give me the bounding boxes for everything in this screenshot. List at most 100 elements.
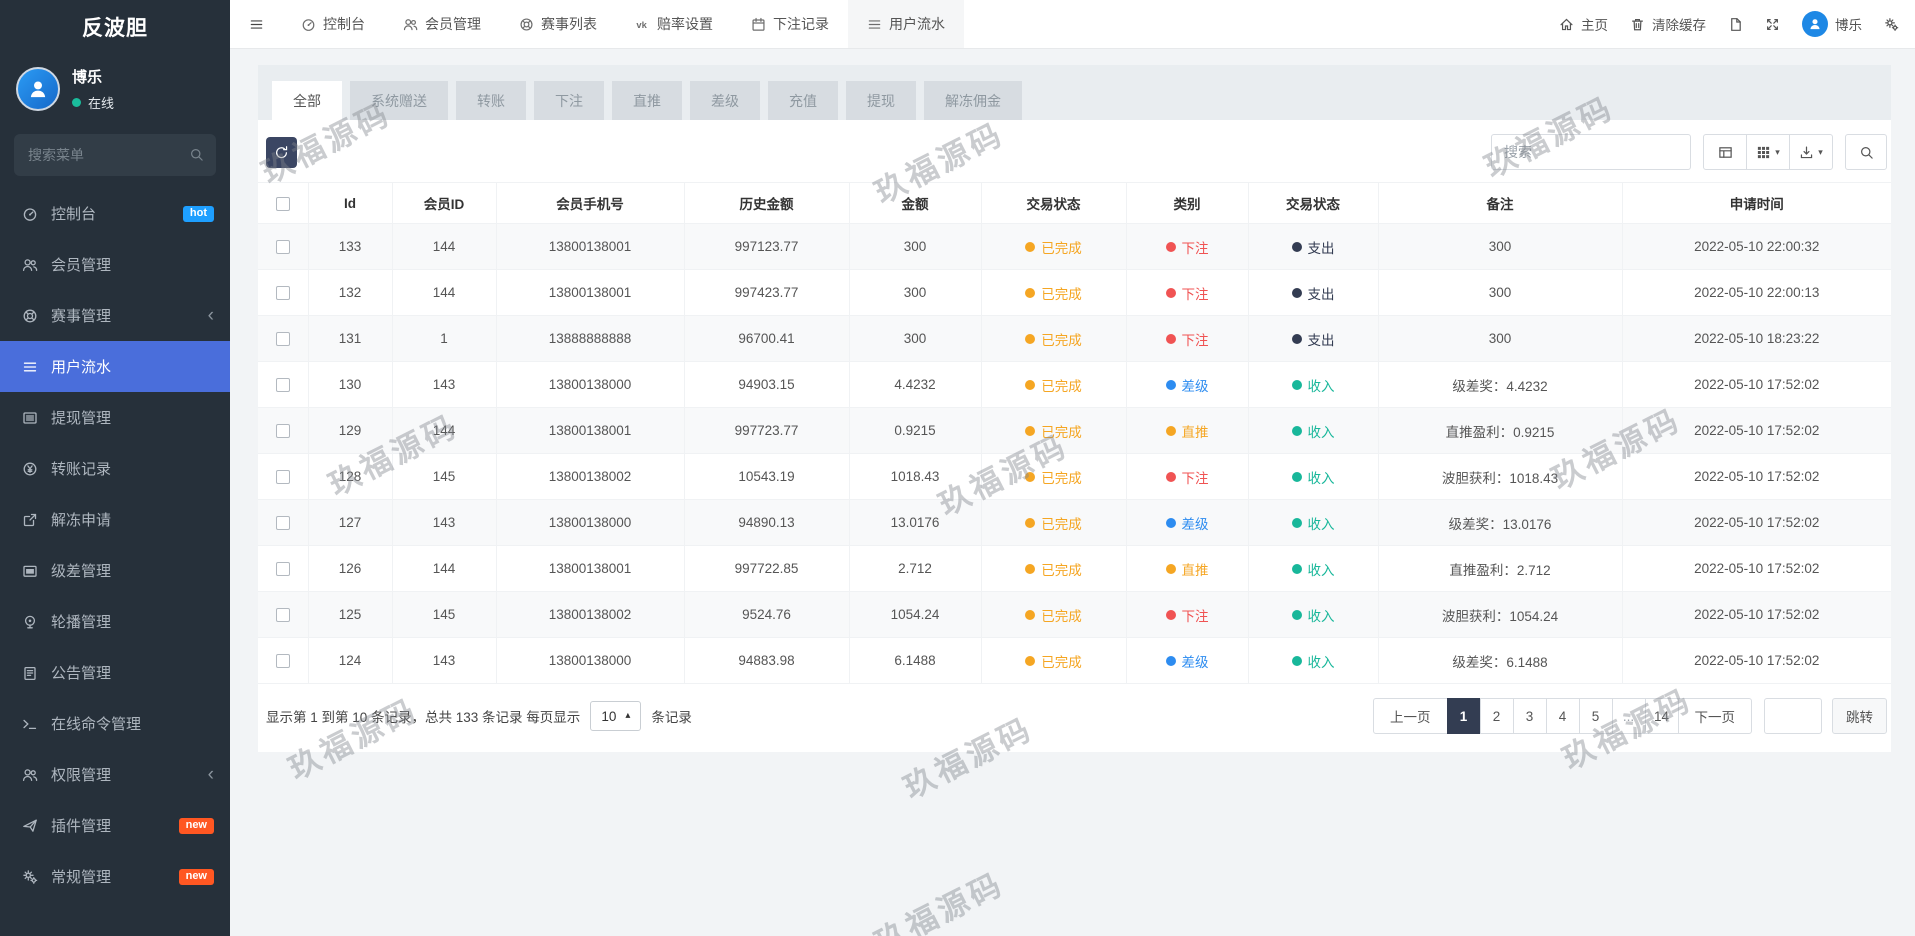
page-button-3[interactable]: 3	[1513, 698, 1547, 734]
new-badge: new	[179, 869, 214, 885]
caret-up-icon: ▴	[625, 711, 630, 721]
search-icon	[189, 147, 204, 162]
user-name: 博乐	[72, 66, 114, 87]
user-menu[interactable]: 博乐	[1802, 11, 1862, 37]
main-area: 控制台会员管理赛事列表vk赔率设置下注记录用户流水 主页 清除缓存 博乐	[230, 0, 1915, 936]
direction-badge: 收入	[1292, 651, 1335, 671]
search-button[interactable]	[1845, 134, 1887, 170]
page-button-4[interactable]: 4	[1546, 698, 1580, 734]
tab-4[interactable]: 直推	[612, 81, 682, 120]
jump-button[interactable]: 跳转	[1832, 698, 1887, 734]
column-header: 金额	[849, 183, 981, 224]
row-checkbox[interactable]	[276, 608, 290, 622]
next-page-button[interactable]: 下一页	[1678, 698, 1753, 734]
tab-6[interactable]: 充值	[768, 81, 838, 120]
tab-7[interactable]: 提现	[846, 81, 916, 120]
row-checkbox[interactable]	[276, 240, 290, 254]
table-row: 12914413800138001997723.770.9215已完成直推收入直…	[258, 408, 1891, 454]
sidebar-item-online-command[interactable]: 在线命令管理	[0, 698, 230, 749]
table-view-icon	[1718, 145, 1733, 160]
tab-5[interactable]: 差级	[690, 81, 760, 120]
sidebar-item-transfers[interactable]: 转账记录	[0, 443, 230, 494]
trade-status-badge: 已完成	[1025, 329, 1082, 349]
direction-badge: 支出	[1292, 237, 1335, 257]
sidebar-item-general[interactable]: 常规管理new	[0, 851, 230, 902]
columns-button[interactable]: ▾	[1746, 134, 1790, 170]
sidebar-item-withdrawals[interactable]: 提现管理	[0, 392, 230, 443]
search-icon	[1859, 145, 1874, 160]
topnav-user-flow[interactable]: 用户流水	[848, 0, 964, 48]
page-size-select[interactable]: 10 ▴	[590, 701, 641, 731]
sidebar-item-notices[interactable]: 公告管理	[0, 647, 230, 698]
row-checkbox[interactable]	[276, 424, 290, 438]
page-button-2[interactable]: 2	[1480, 698, 1514, 734]
tab-3[interactable]: 下注	[534, 81, 604, 120]
tab-1[interactable]: 系统赠送	[350, 81, 448, 120]
user-flow-table: Id会员ID会员手机号历史金额金额交易状态类别交易状态备注申请时间 133144…	[258, 182, 1891, 684]
sidebar-item-permissions[interactable]: 权限管理‹	[0, 749, 230, 800]
table-search-input[interactable]	[1491, 134, 1691, 170]
trade-status-badge: 已完成	[1025, 421, 1082, 441]
app-window: 反波胆 博乐 在线 控制台hot会员管理赛事管理‹用户流水提现管理转账记录解冻申…	[0, 0, 1915, 936]
tab-0[interactable]: 全部	[272, 81, 342, 120]
sidebar-item-members[interactable]: 会员管理	[0, 239, 230, 290]
row-checkbox[interactable]	[276, 286, 290, 300]
row-checkbox[interactable]	[276, 470, 290, 484]
row-checkbox[interactable]	[276, 378, 290, 392]
tab-8[interactable]: 解冻佣金	[924, 81, 1022, 120]
topnav-members[interactable]: 会员管理	[384, 0, 500, 48]
clear-cache-link[interactable]: 清除缓存	[1630, 14, 1706, 34]
pagination-view-button[interactable]	[1703, 134, 1747, 170]
tab-2[interactable]: 转账	[456, 81, 526, 120]
sidebar-menu: 控制台hot会员管理赛事管理‹用户流水提现管理转账记录解冻申请级差管理轮播管理公…	[0, 188, 230, 902]
trade-status-badge: 已完成	[1025, 559, 1082, 579]
topnav-match-list[interactable]: 赛事列表	[500, 0, 616, 48]
table-row: 1271431380013800094890.1313.0176已完成差级收入级…	[258, 500, 1891, 546]
direction-badge: 收入	[1292, 375, 1335, 395]
select-all-checkbox[interactable]	[276, 197, 290, 211]
page-ellipsis: ...	[1612, 698, 1646, 734]
sidebar-item-level-diff[interactable]: 级差管理	[0, 545, 230, 596]
topnav-bet-records[interactable]: 下注记录	[732, 0, 848, 48]
page-button-5[interactable]: 5	[1579, 698, 1613, 734]
page-button-1[interactable]: 1	[1447, 698, 1481, 734]
table-panel: ▾ ▾ Id会员ID会员手机号历史金额金额交易状态类别交易状态备注申请时间 13…	[258, 120, 1891, 752]
sidebar-toggle-icon[interactable]	[230, 0, 282, 48]
hot-badge: hot	[183, 206, 214, 222]
sidebar-item-carousel[interactable]: 轮播管理	[0, 596, 230, 647]
sidebar-item-console[interactable]: 控制台hot	[0, 188, 230, 239]
row-checkbox[interactable]	[276, 516, 290, 530]
user-avatar-icon[interactable]	[16, 67, 60, 111]
trash-icon	[1630, 17, 1645, 32]
direction-badge: 收入	[1292, 421, 1335, 441]
fullscreen-icon[interactable]	[1765, 17, 1780, 32]
jump-page-input[interactable]	[1764, 698, 1822, 734]
column-header: 类别	[1126, 183, 1248, 224]
export-button[interactable]: ▾	[1789, 134, 1833, 170]
sidebar-search-input[interactable]	[14, 134, 216, 176]
sidebar-item-unfreeze[interactable]: 解冻申请	[0, 494, 230, 545]
column-header: 会员手机号	[496, 183, 684, 224]
language-icon[interactable]	[1728, 17, 1743, 32]
topnav-console[interactable]: 控制台	[282, 0, 384, 48]
sidebar-item-matches[interactable]: 赛事管理‹	[0, 290, 230, 341]
new-badge: new	[179, 818, 214, 834]
column-header: 申请时间	[1622, 183, 1891, 224]
column-header: 历史金额	[684, 183, 849, 224]
trade-status-badge: 已完成	[1025, 375, 1082, 395]
direction-badge: 收入	[1292, 559, 1335, 579]
topbar: 控制台会员管理赛事列表vk赔率设置下注记录用户流水 主页 清除缓存 博乐	[230, 0, 1915, 49]
row-checkbox[interactable]	[276, 562, 290, 576]
sidebar-item-user-flow[interactable]: 用户流水	[0, 341, 230, 392]
column-header: 交易状态	[1248, 183, 1378, 224]
row-checkbox[interactable]	[276, 332, 290, 346]
prev-page-button[interactable]: 上一页	[1373, 698, 1448, 734]
category-badge: 直推	[1166, 559, 1209, 579]
settings-gears-icon[interactable]	[1884, 17, 1899, 32]
topnav-odds[interactable]: vk赔率设置	[616, 0, 732, 48]
page-button-14[interactable]: 14	[1645, 698, 1679, 734]
row-checkbox[interactable]	[276, 654, 290, 668]
refresh-button[interactable]	[266, 137, 297, 168]
sidebar-item-plugins[interactable]: 插件管理new	[0, 800, 230, 851]
home-link[interactable]: 主页	[1559, 14, 1608, 34]
